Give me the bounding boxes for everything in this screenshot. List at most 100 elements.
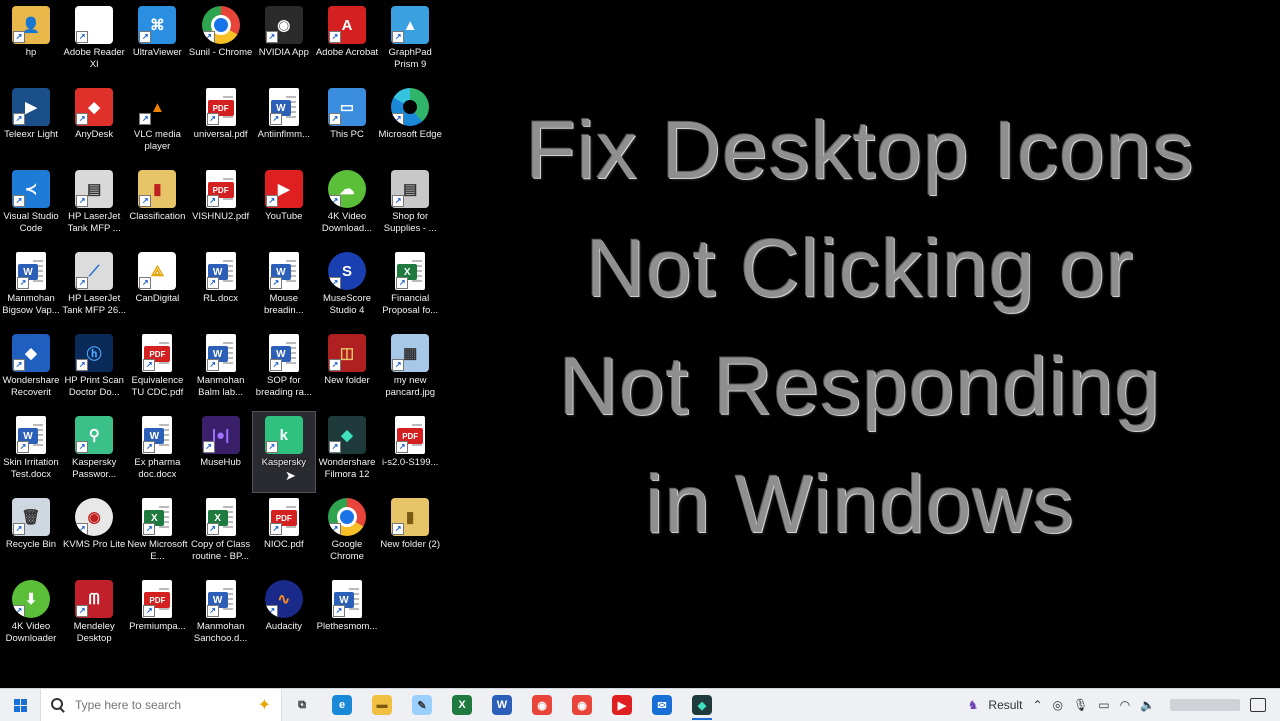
notifications-icon[interactable] — [1250, 698, 1266, 712]
taskbar-app-button[interactable]: X — [442, 689, 482, 721]
desktop-icon[interactable]: ▭ ↗ This PC — [316, 84, 378, 164]
desktop-icon[interactable]: ◫ ↗ New folder — [316, 330, 378, 410]
desktop-icon[interactable]: ▶ ↗ YouTube — [253, 166, 315, 246]
desktop-icon[interactable]: ≺ ↗ Visual Studio Code — [0, 166, 62, 246]
taskbar-search[interactable]: ✦ — [40, 689, 282, 721]
nvidia-icon: ◉ ↗ — [264, 6, 303, 44]
desktop-icon[interactable]: ⓗ ↗ HP Print Scan Doctor Do... — [63, 330, 125, 410]
desktop-icon[interactable]: ▦ ↗ my new pancard.jpg — [379, 330, 441, 410]
shortcut-arrow-icon: ↗ — [143, 441, 156, 453]
desktop-icon[interactable]: ↗ Adobe Reader XI — [63, 2, 125, 82]
desktop-icon[interactable]: PDF ↗ NIOC.pdf — [253, 494, 315, 574]
desktop-icon[interactable]: A ↗ Adobe Acrobat — [316, 2, 378, 82]
microphone-icon[interactable]: 🎙 — [1073, 698, 1088, 712]
desktop-icon[interactable]: ◆ ↗ Wondershare Recoverit — [0, 330, 62, 410]
desktop-icon[interactable]: ↗ Sunil - Chrome — [189, 2, 252, 82]
tray-result-label[interactable]: Result — [988, 698, 1022, 712]
desktop-icon[interactable]: ▲ ↗ VLC media player — [126, 84, 188, 164]
desktop-icon[interactable]: W ↗ Ex pharma doc.docx — [126, 412, 188, 492]
desktop-icon[interactable]: |●| ↗ MuseHub — [190, 412, 252, 492]
desktop-icon[interactable]: ↗ Microsoft Edge — [379, 84, 442, 164]
desktop-icon-label: VLC media player — [133, 129, 181, 152]
shortcut-arrow-icon: ↗ — [76, 441, 89, 453]
desktop-icon[interactable]: ▤ ↗ Shop for Supplies - ... — [379, 166, 441, 246]
desktop-icon-label: Shop for Supplies - ... — [383, 211, 437, 234]
desktop-icon-label: 4K Video Downloader — [5, 621, 57, 644]
desktop-icon[interactable]: ⟁ ↗ CanDigital — [126, 248, 188, 328]
desktop-icon[interactable]: ☁ ↗ 4K Video Download... — [316, 166, 378, 246]
desktop-icon[interactable]: W ↗ Manmohan Sanchoo.d... — [190, 576, 252, 656]
desktop-icon[interactable]: ▲ ↗ GraphPad Prism 9 — [379, 2, 441, 82]
volume-icon[interactable]: 🔈 — [1140, 698, 1155, 712]
desktop-icon[interactable]: X ↗ Copy of Class routine - BP... — [190, 494, 252, 574]
desktop-icon[interactable]: ◉ ↗ NVIDIA App — [253, 2, 315, 82]
pdf-file-icon: PDF ↗ — [395, 416, 426, 454]
desktop-icon[interactable]: W ↗ RL.docx — [190, 248, 252, 328]
search-input[interactable] — [73, 697, 247, 713]
desktop-icon[interactable]: ◉ ↗ KVMS Pro Lite — [63, 494, 125, 574]
taskbar-app-button[interactable]: ▬ — [362, 689, 402, 721]
desktop-icon-label: Classification — [129, 211, 186, 222]
shortcut-arrow-icon: ↗ — [76, 195, 89, 207]
desktop-icon[interactable]: PDF ↗ VISHNU2.pdf — [190, 166, 252, 246]
wifi-icon[interactable]: ◠ — [1120, 698, 1130, 712]
desktop-icon[interactable]: W ↗ Manmohan Balm lab... — [190, 330, 252, 410]
clock[interactable] — [1170, 699, 1240, 711]
desktop-icon[interactable]: PDF ↗ Premiumpa... — [126, 576, 188, 656]
taskbar-app-button[interactable]: ◉ — [562, 689, 602, 721]
taskbar-app-button[interactable]: ◆ — [682, 689, 722, 721]
shortcut-arrow-icon: ↗ — [139, 195, 152, 207]
search-highlight-icon[interactable]: ✦ — [258, 695, 271, 715]
desktop-icon[interactable]: ⟋ ↗ HP LaserJet Tank MFP 26... — [62, 248, 126, 328]
desktop-icon[interactable]: W ↗ Mouse breadin... — [253, 248, 315, 328]
desktop-icon[interactable]: 👤 ↗ hp — [0, 2, 62, 82]
result-app-icon[interactable]: ♞ — [968, 698, 979, 712]
desktop-icon[interactable]: ▤ ↗ HP LaserJet Tank MFP ... — [63, 166, 125, 246]
desktop-icon[interactable]: k ↗ Kaspersky — [251, 411, 316, 493]
desktop-icon[interactable]: ◆ ↗ AnyDesk — [63, 84, 125, 164]
word-file-icon: W ↗ — [332, 580, 362, 618]
network-status-icon[interactable]: ◎ — [1053, 698, 1063, 712]
word-file-icon: W ↗ — [268, 88, 299, 126]
desktop-icon[interactable]: 🗑 ↗ Recycle Bin — [0, 494, 62, 574]
chevron-up-icon[interactable]: ⌃ — [1032, 698, 1042, 712]
taskbar-app-button[interactable]: ✎ — [402, 689, 442, 721]
desktop-icon[interactable]: ↗ Google Chrome — [316, 494, 378, 574]
battery-icon[interactable]: ▭ — [1098, 698, 1109, 712]
desktop-icon[interactable]: ⬇ ↗ 4K Video Downloader — [0, 576, 62, 656]
taskbar-app-button[interactable]: ⧉ — [282, 689, 322, 721]
desktop-icon-label: Kaspersky — [261, 457, 306, 468]
desktop-icon[interactable]: X ↗ Financial Proposal fo... — [379, 248, 441, 328]
desktop-icon-label: Visual Studio Code — [3, 211, 59, 234]
desktop-icon[interactable]: ▮ ↗ New folder (2) — [379, 494, 441, 574]
desktop-icon[interactable]: ▮ ↗ Classification — [126, 166, 188, 246]
desktop-icon[interactable]: ∿ ↗ Audacity — [253, 576, 315, 656]
desktop-icon[interactable]: ᗰ ↗ Mendeley Desktop — [63, 576, 125, 656]
desktop-icon[interactable]: X ↗ New Microsoft E... — [126, 494, 188, 574]
start-button[interactable] — [0, 689, 40, 721]
desktop-icon[interactable]: PDF ↗ Equivalence TU CDC.pdf — [126, 330, 188, 410]
desktop-icon[interactable]: ⌘ ↗ UltraViewer — [126, 2, 188, 82]
desktop-icon[interactable]: PDF ↗ universal.pdf — [190, 84, 252, 164]
desktop-icon[interactable]: W ↗ Manmohan Bigsow Vap... — [0, 248, 62, 328]
desktop-icon[interactable]: ▶ ↗ Teleexr Light — [0, 84, 62, 164]
desktop-icon[interactable]: W ↗ Antiinflmm... — [253, 84, 315, 164]
chrome-icon: ↗ — [328, 498, 366, 536]
desktop-icon[interactable]: W ↗ Skin Irritation Test.docx — [0, 412, 62, 492]
shortcut-arrow-icon: ↗ — [392, 113, 405, 125]
taskbar-app-button[interactable]: ✉ — [642, 689, 682, 721]
desktop-icon[interactable]: ◆ ↗ Wondershare Filmora 12 — [316, 412, 378, 492]
desktop-icon[interactable]: S ↗ MuseScore Studio 4 — [316, 248, 378, 328]
desktop-icon-label: New folder (2) — [380, 539, 441, 550]
taskbar-app-button[interactable]: ▶ — [602, 689, 642, 721]
desktop-icon[interactable]: W ↗ Plethesmom... — [316, 576, 378, 656]
desktop-icon-label: AnyDesk — [75, 129, 114, 140]
edge-icon: ↗ — [391, 88, 430, 126]
desktop-icon[interactable]: ⚲ ↗ Kaspersky Passwor... — [63, 412, 125, 492]
taskbar-app-button[interactable]: e — [322, 689, 362, 721]
desktop-icon[interactable]: PDF ↗ i-s2.0-S199... — [379, 412, 441, 492]
taskbar-app-button[interactable]: W — [482, 689, 522, 721]
system-tray: ♞ Result ⌃ ◎ 🎙 ▭ ◠ 🔈 — [963, 689, 1280, 721]
taskbar-app-button[interactable]: ◉ — [522, 689, 562, 721]
desktop-icon[interactable]: W ↗ SOP for breading ra... — [253, 330, 315, 410]
